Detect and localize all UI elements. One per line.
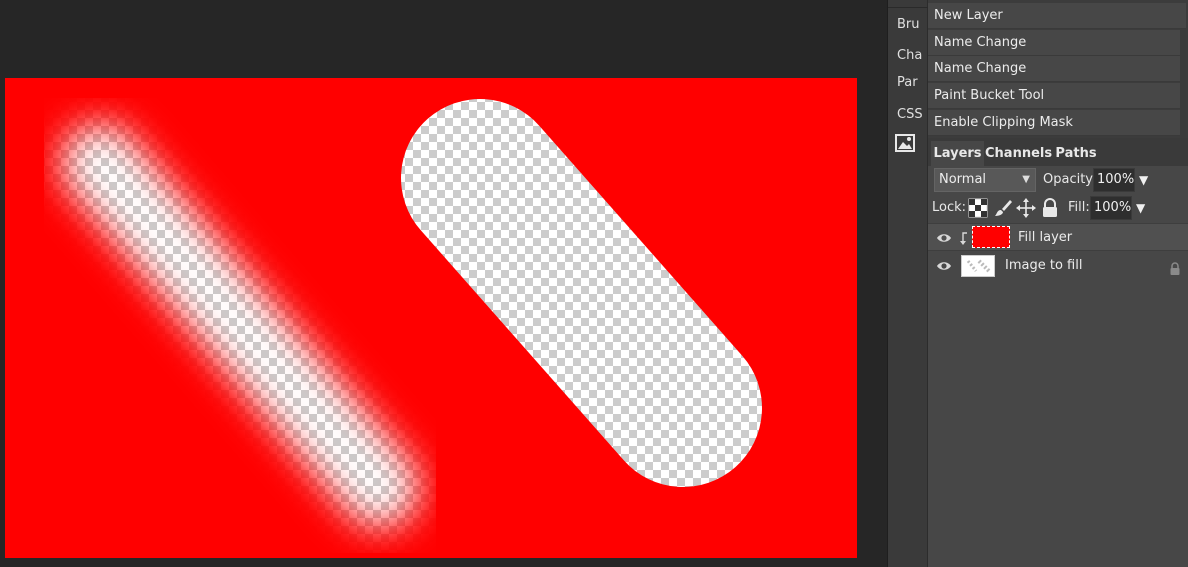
history-item[interactable]: Paint Bucket Tool	[928, 83, 1186, 109]
image-icon[interactable]	[895, 134, 915, 152]
history-item[interactable]: New Layer	[928, 3, 1186, 29]
history-item[interactable]: Name Change	[928, 56, 1186, 82]
history-item[interactable]: Enable Clipping Mask	[928, 110, 1186, 136]
fill-input[interactable]: 100%	[1090, 196, 1132, 220]
chevron-down-icon: ▼	[1022, 174, 1030, 185]
clipping-arrow-icon	[959, 231, 969, 245]
dock-header	[888, 0, 928, 8]
dock-css-button[interactable]: CSS	[888, 102, 928, 128]
layers-tabbar: Layers Channels Paths	[928, 138, 1188, 166]
tab-channels[interactable]: Channels	[985, 141, 1052, 166]
right-panel: New Layer Name Change Name Change Paint …	[928, 0, 1188, 567]
lock-label: Lock:	[932, 200, 967, 215]
history-scrollbar[interactable]	[1180, 30, 1186, 138]
history-item[interactable]: Name Change	[928, 30, 1186, 56]
fill-label: Fill:	[1068, 200, 1090, 215]
dock-character-button[interactable]: Cha	[888, 43, 928, 69]
dock-paragraph-button[interactable]: Par	[888, 70, 928, 96]
layer-row-fill-layer[interactable]: Fill layer	[928, 223, 1188, 251]
move-lock-icon[interactable]	[1016, 198, 1036, 218]
blend-mode-value: Normal	[939, 172, 987, 187]
layer-name: Image to fill	[1005, 258, 1083, 273]
layer-row-image-to-fill[interactable]: Image to fill	[928, 252, 1188, 280]
layer-lock-icon	[1169, 260, 1181, 275]
brush-lock-icon[interactable]	[993, 198, 1013, 218]
history-panel: New Layer Name Change Name Change Paint …	[928, 0, 1188, 138]
padlock-icon[interactable]	[1040, 198, 1060, 218]
eye-icon[interactable]	[936, 230, 952, 246]
opacity-label: Opacity:	[1043, 172, 1097, 187]
layer-thumbnail	[972, 226, 1010, 248]
canvas-image	[5, 78, 857, 558]
dock-brush-button[interactable]: Bru	[888, 12, 928, 38]
opacity-dropdown-icon[interactable]: ▼	[1139, 168, 1148, 192]
tab-paths[interactable]: Paths	[1053, 141, 1099, 166]
opacity-input[interactable]: 100%	[1093, 168, 1135, 192]
blend-mode-select[interactable]: Normal ▼	[934, 168, 1036, 192]
panel-dock: Bru Cha Par CSS	[887, 0, 928, 567]
tab-layers[interactable]: Layers	[931, 141, 984, 166]
fill-dropdown-icon[interactable]: ▼	[1136, 196, 1145, 220]
eye-icon[interactable]	[936, 258, 952, 274]
workspace	[0, 0, 887, 567]
layer-name: Fill layer	[1018, 230, 1073, 245]
document-canvas[interactable]	[5, 78, 857, 558]
layer-thumbnail	[961, 255, 995, 277]
transparency-lock-icon[interactable]	[968, 198, 988, 218]
